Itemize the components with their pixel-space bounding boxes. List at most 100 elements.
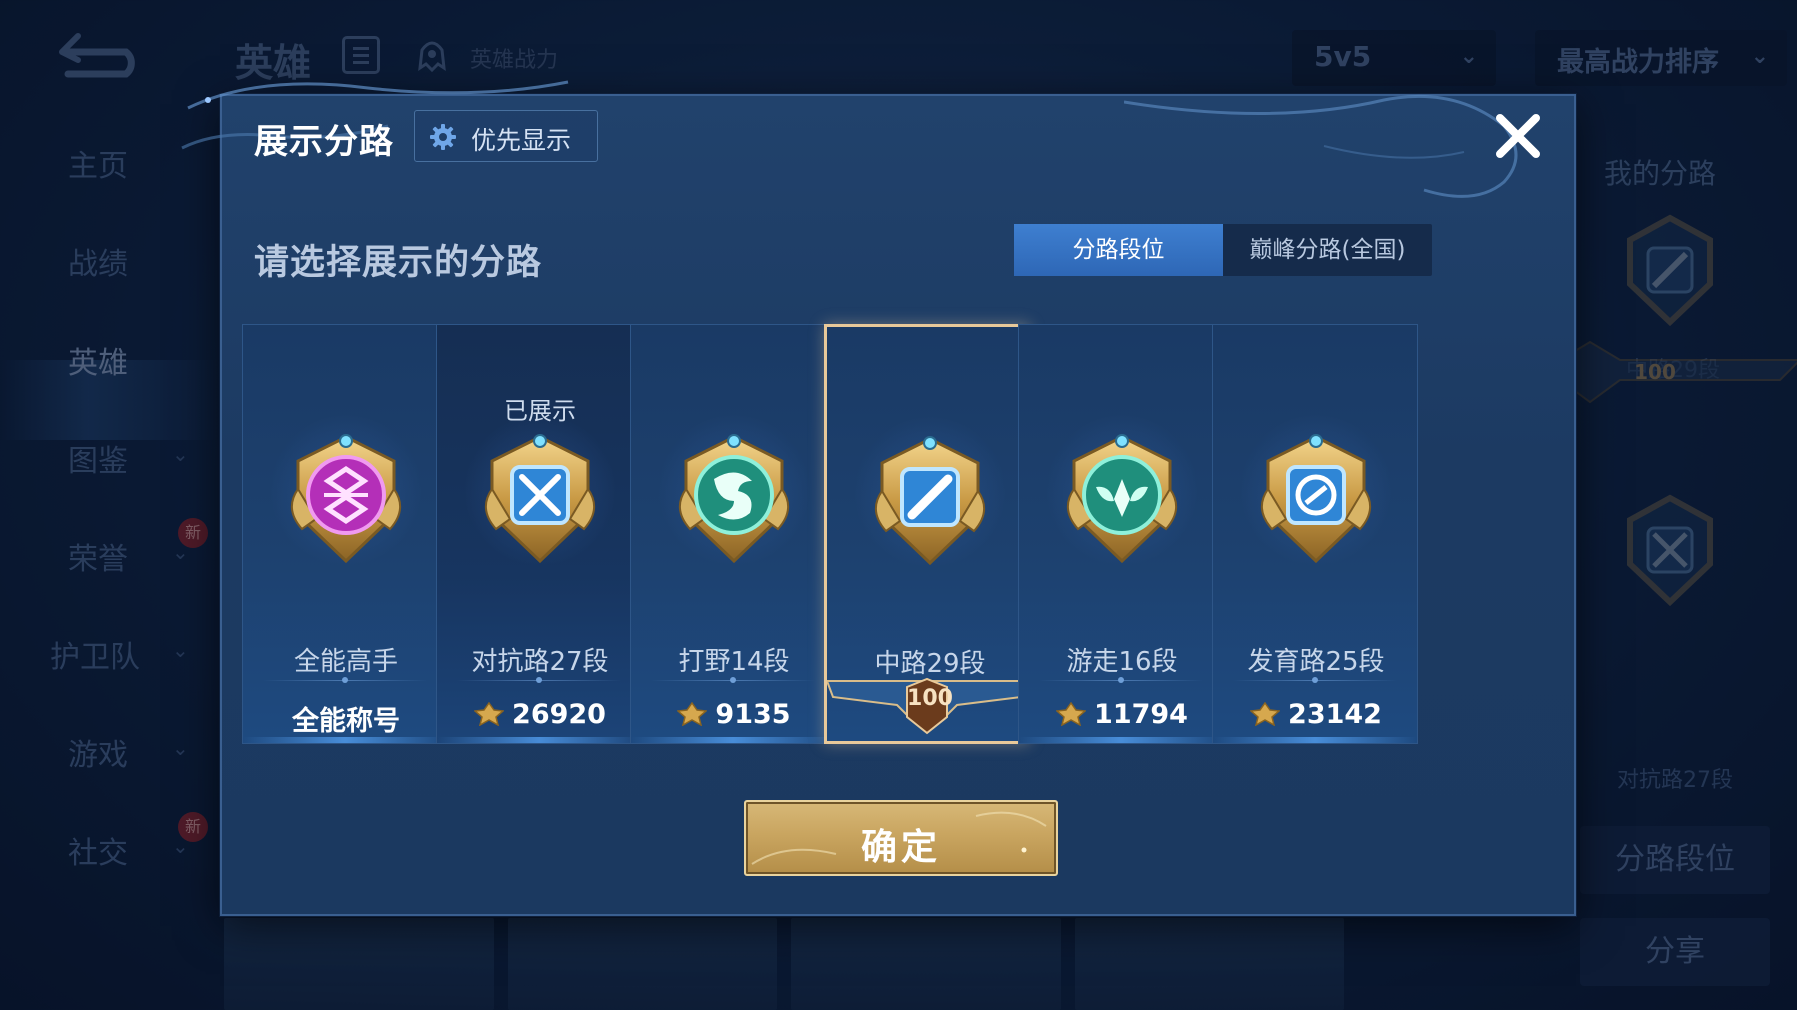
clash-lane-badge-icon — [470, 429, 610, 569]
lane-card-value: 全能称号 — [292, 706, 400, 737]
sidebar-item-label: 护卫队 — [50, 640, 140, 675]
hero-portrait[interactable] — [507, 918, 777, 1010]
chevron-down-icon: ⌄ — [1750, 44, 1769, 69]
lane-card-score: 全能称号 — [243, 699, 449, 738]
card-divider — [1039, 677, 1203, 683]
power-icon — [1249, 701, 1281, 727]
sidebar-item[interactable]: 战绩 — [0, 223, 220, 293]
roam-lane-badge-icon — [1052, 429, 1192, 569]
power-icon — [1055, 701, 1087, 727]
hero-helmet-icon — [418, 41, 446, 73]
hero-portrait[interactable] — [791, 918, 1061, 1010]
sidebar-item-label: 图鉴 — [68, 444, 128, 479]
mid-lane-badge-icon — [860, 431, 1000, 571]
lane-card-farm[interactable]: 发育路25段 23142 — [1212, 324, 1418, 744]
select-lane-prompt: 请选择展示的分路 — [254, 243, 543, 283]
chevron-down-icon: ⌄ — [172, 638, 189, 662]
card-bottom-glow — [1019, 737, 1223, 743]
my-lane-panel: 我的分路 中路29段 100 对抗路27段 分路段位 分享 — [1380, 110, 1797, 1010]
chevron-down-icon: ⌄ — [1459, 44, 1478, 69]
hero-portrait[interactable] — [1074, 918, 1344, 1010]
gear-icon — [430, 124, 456, 150]
sidebar-item[interactable]: 护卫队 ⌄ — [0, 616, 220, 686]
sidebar-item-label: 战绩 — [68, 247, 128, 282]
lane-card-score: 23142 — [1213, 699, 1419, 730]
display-lane-dialog: 展示分路 优先显示 请选择展示的分路 分路段位 巅峰分路(全国) 全能高手全能称号… — [181, 80, 1576, 916]
lane-type-toggle: 分路段位 巅峰分路(全国) — [1014, 224, 1432, 276]
sidebar-item-label: 社交 — [68, 836, 128, 871]
lane-rank-button[interactable]: 分路段位 — [1580, 826, 1770, 894]
card-divider — [1233, 677, 1397, 683]
jungle-lane-badge-icon — [664, 429, 804, 569]
dialog-title: 展示分路 — [254, 122, 394, 162]
lane-card-jungle[interactable]: 打野14段 9135 — [630, 324, 836, 744]
power-icon — [676, 701, 709, 727]
lane-card-allround[interactable]: 全能高手 全能称号 — [242, 324, 448, 744]
mode-select-value: 5v5 — [1314, 40, 1372, 73]
hero-power-label[interactable]: 英雄战力 — [470, 42, 558, 74]
lane-card-value: 11794 — [1094, 699, 1188, 730]
card-bottom-glow — [631, 737, 835, 743]
lane-card-mid[interactable]: 中路29段 100 — [824, 324, 1030, 744]
power-icon — [473, 701, 505, 727]
sort-select[interactable]: 最高战力排序 ⌄ — [1535, 30, 1787, 86]
priority-display-button[interactable]: 优先显示 — [414, 110, 598, 162]
lane-card-clash[interactable]: 已展示对抗路27段 26920 — [436, 324, 642, 744]
swirl-decoration — [1124, 94, 1518, 198]
lane-card-name: 游走16段 — [1066, 647, 1178, 677]
my-lane-badge1-rank: 100 — [1634, 360, 1676, 384]
sidebar-item[interactable]: 社交 ⌄ 新 — [0, 812, 220, 882]
confirm-label: 确定 — [860, 827, 941, 868]
lane-card-name: 发育路25段 — [1247, 647, 1385, 677]
allround-lane-badge-icon — [276, 429, 416, 569]
lane-card-value: 9135 — [715, 699, 791, 730]
lane-card-score: 11794 — [1019, 699, 1225, 730]
sidebar-item-label: 主页 — [68, 149, 128, 184]
lane-rank-number: 100 — [907, 686, 953, 711]
lane-card-roam[interactable]: 游走16段 11794 — [1018, 324, 1224, 744]
card-bottom-glow — [437, 737, 641, 743]
sidebar-item[interactable]: 图鉴 ⌄ — [0, 420, 220, 490]
tab-lane-rank[interactable]: 分路段位 — [1014, 224, 1223, 276]
lane-card-value: 23142 — [1288, 699, 1382, 730]
my-lane-badge2-label: 对抗路27段 — [1617, 768, 1733, 793]
farm-lane-badge-icon — [1246, 429, 1386, 569]
chevron-down-icon: ⌄ — [172, 736, 189, 760]
sidebar-item[interactable]: 荣誉 ⌄ 新 — [0, 518, 220, 588]
priority-display-label: 优先显示 — [471, 126, 572, 155]
mid-lane-badge-icon — [1627, 214, 1713, 327]
already-shown-label: 已展示 — [504, 397, 576, 425]
lane-card-name: 打野14段 — [678, 647, 790, 677]
tab-peak-lane-national[interactable]: 巅峰分路(全国) — [1223, 224, 1432, 276]
sidebar-item-label: 荣誉 — [68, 542, 128, 577]
hero-portrait-strip — [224, 918, 1344, 1010]
sort-select-value: 最高战力排序 — [1557, 47, 1719, 78]
sidebar-item-label: 英雄 — [68, 346, 128, 381]
confirm-button[interactable]: 确定 — [744, 800, 1058, 876]
back-arrow-icon — [59, 33, 135, 78]
lane-card-name: 全能高手 — [293, 647, 398, 677]
lane-card-score: 9135 — [631, 699, 837, 730]
lane-card-score: 26920 — [437, 699, 643, 730]
chevron-down-icon: ⌄ — [172, 442, 189, 466]
card-divider — [457, 677, 621, 683]
new-badge: 新 — [178, 812, 208, 842]
lane-card-name: 中路29段 — [874, 649, 986, 679]
clash-lane-badge-icon — [1627, 494, 1713, 607]
lane-card-list: 全能高手全能称号 已展示对抗路27段 26920 打野14段 9135 中路29段 100 游… — [242, 324, 1562, 744]
new-badge: 新 — [178, 518, 208, 548]
card-divider — [651, 677, 815, 683]
sidebar: 主页 战绩 英雄 图鉴 ⌄ 荣誉 ⌄ 新护卫队 ⌄ 游戏 ⌄ 社交 ⌄ 新 — [0, 110, 220, 1010]
card-divider — [263, 677, 427, 683]
card-bottom-glow — [243, 737, 447, 743]
sidebar-item-label: 游戏 — [68, 738, 128, 773]
share-button[interactable]: 分享 — [1580, 918, 1770, 986]
sidebar-item[interactable]: 英雄 — [0, 322, 220, 392]
lane-card-name: 对抗路27段 — [471, 647, 609, 677]
close-icon[interactable] — [1490, 108, 1546, 164]
hero-portrait[interactable] — [224, 918, 494, 1010]
back-button[interactable] — [56, 30, 152, 78]
mode-select[interactable]: 5v5 ⌄ — [1292, 30, 1496, 86]
sidebar-item[interactable]: 游戏 ⌄ — [0, 714, 220, 784]
list-icon[interactable] — [342, 36, 380, 74]
